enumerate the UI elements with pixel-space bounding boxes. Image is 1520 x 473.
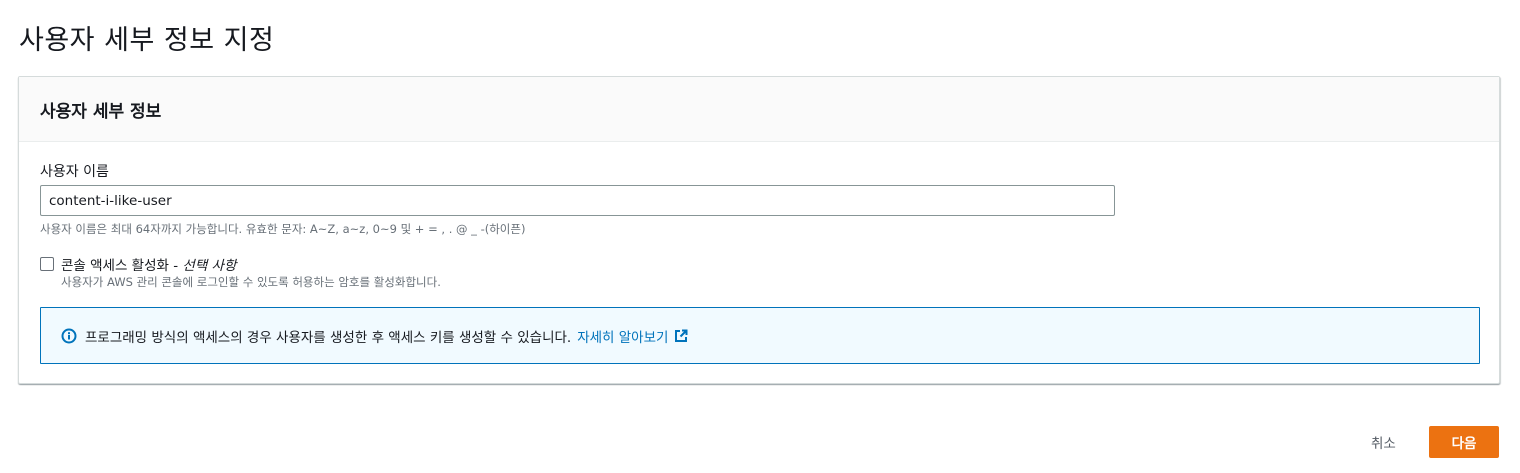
panel-header: 사용자 세부 정보 bbox=[19, 77, 1499, 142]
page-title: 사용자 세부 정보 지정 bbox=[19, 25, 275, 56]
username-input[interactable] bbox=[40, 185, 1115, 216]
username-hint: 사용자 이름은 최대 64자까지 가능합니다. 유효한 문자: A~Z, a~z… bbox=[40, 222, 526, 236]
learn-more-link[interactable]: 자세히 알아보기 bbox=[577, 326, 688, 346]
optional-label: 선택 사항 bbox=[182, 258, 237, 274]
console-access-checkbox[interactable] bbox=[40, 257, 54, 271]
console-access-label-text: 콘솔 액세스 활성화 - bbox=[61, 258, 179, 274]
info-icon bbox=[61, 328, 77, 344]
panel-title: 사용자 세부 정보 bbox=[40, 101, 162, 122]
info-alert: 프로그래밍 방식의 액세스의 경우 사용자를 생성한 후 액세스 키를 생성할 … bbox=[40, 307, 1480, 364]
console-access-label[interactable]: 콘솔 액세스 활성화 - 선택 사항 bbox=[61, 254, 236, 274]
external-link-icon bbox=[674, 329, 688, 343]
next-button[interactable]: 다음 bbox=[1429, 426, 1499, 458]
cancel-button[interactable]: 취소 bbox=[1357, 427, 1410, 457]
learn-more-link-text: 자세히 알아보기 bbox=[577, 329, 669, 346]
info-alert-text: 프로그래밍 방식의 액세스의 경우 사용자를 생성한 후 액세스 키를 생성할 … bbox=[85, 329, 572, 346]
user-details-panel: 사용자 세부 정보 사용자 이름 사용자 이름은 최대 64자까지 가능합니다.… bbox=[18, 76, 1500, 384]
username-label: 사용자 이름 bbox=[40, 164, 109, 180]
console-access-description: 사용자가 AWS 관리 콘솔에 로그인할 수 있도록 허용하는 암호를 활성화합… bbox=[61, 275, 441, 289]
